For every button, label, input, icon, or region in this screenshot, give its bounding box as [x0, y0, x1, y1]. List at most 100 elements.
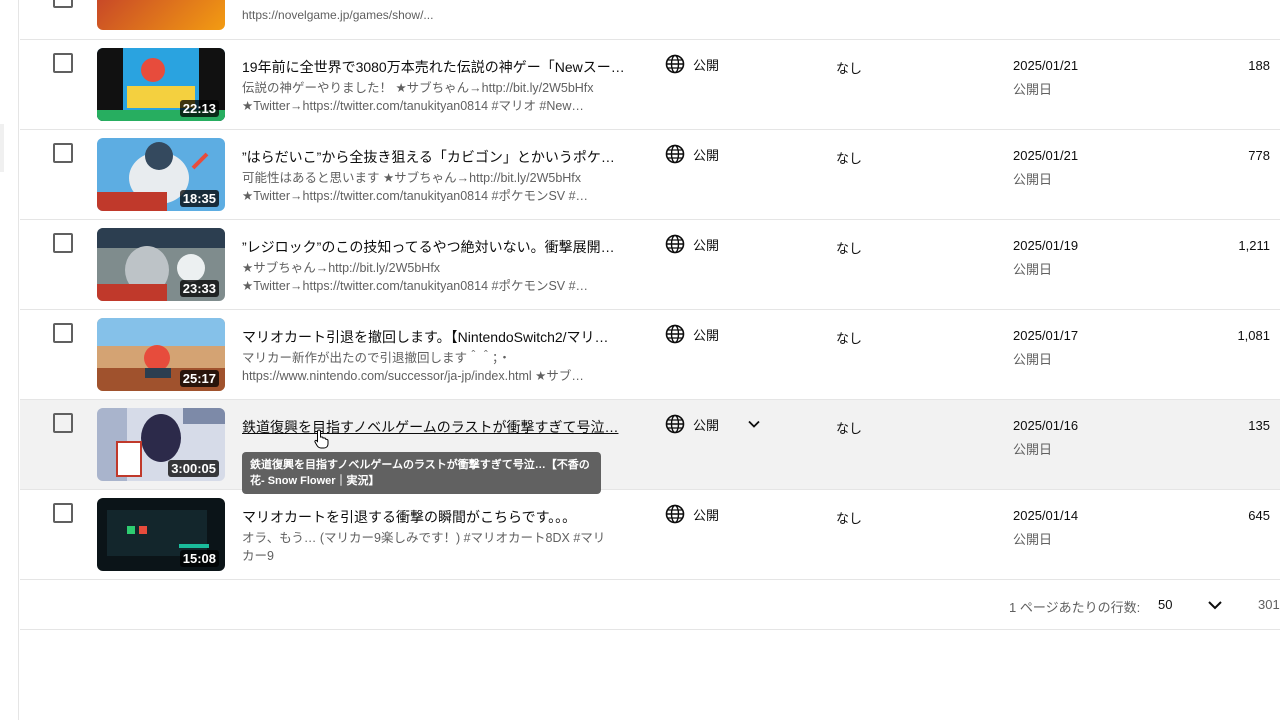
date-label: 公開日 [1013, 352, 1053, 367]
table-row[interactable]: 23:33 ”レジロック”のこの技知ってるやつ絶対いない。衝撃展開… ★サブちゃ… [20, 220, 1280, 310]
visibility-label: 公開 [693, 57, 720, 73]
video-title[interactable]: 鉄道復興を目指すノベルゲームのラストが衝撃すぎて号泣… [242, 417, 632, 437]
globe-icon [665, 414, 685, 434]
table-row[interactable]: 3:00:05 鉄道復興を目指すノベルゲームのラストが衝撃すぎて号泣… 公開 な… [20, 400, 1280, 494]
video-duration: 18:35 [179, 190, 219, 207]
visibility-label: 公開 [693, 417, 720, 433]
views-cell: 1,081 [1237, 328, 1270, 343]
video-description-line: ★Twitter→https://twitter.com/tanukityan0… [242, 279, 589, 293]
video-description-line: マリカー新作が出たので引退撤回します＾＾；・ [242, 351, 511, 365]
date-cell: 2025/01/19 公開日 [1013, 238, 1078, 278]
video-thumbnail[interactable]: 15:08 [97, 498, 225, 571]
video-thumbnail[interactable]: 22:13 [97, 48, 225, 121]
sidebar-marker [0, 124, 4, 172]
hand-cursor-icon [314, 429, 329, 449]
restrictions-cell: なし [836, 61, 863, 76]
visibility-cell[interactable]: 公開 [665, 144, 719, 164]
video-duration: 3:00:05 [168, 460, 219, 477]
video-description: オラ、もう… (マリカー9楽しみです！) #マリオカート8DX #マリ カー9 [242, 529, 632, 565]
table-row-partial[interactable]: https://novelgame.jp/games/show/... [20, 0, 1280, 40]
video-description-line: カー9 [242, 549, 274, 563]
video-duration: 25:17 [179, 370, 219, 387]
row-checkbox[interactable] [53, 143, 73, 163]
row-checkbox[interactable] [53, 323, 73, 343]
visibility-cell[interactable]: 公開 [665, 234, 719, 254]
date-value: 2025/01/21 [1013, 58, 1079, 73]
visibility-cell[interactable]: 公開 [665, 54, 719, 74]
row-checkbox[interactable] [53, 0, 73, 8]
video-title[interactable]: ”はらだいこ”から全抜き狙える「カビゴン」とかいうポケ… [242, 147, 632, 167]
restrictions-cell: なし [836, 331, 863, 346]
video-title[interactable]: マリオカート引退を撤回します。【NintendoSwitch2/マリ… [242, 327, 632, 347]
visibility-cell[interactable]: 公開 [665, 414, 761, 434]
restrictions-cell: なし [836, 421, 863, 436]
views-cell: 1,211 [1238, 238, 1270, 253]
video-description-line: https://www.nintendo.com/successor/ja-jp… [242, 369, 584, 383]
visibility-cell[interactable]: 公開 [665, 324, 719, 344]
table-row[interactable]: 25:17 マリオカート引退を撤回します。【NintendoSwitch2/マリ… [20, 310, 1280, 400]
video-title[interactable]: マリオカートを引退する衝撃の瞬間がこちらです。。。 [242, 507, 632, 527]
date-label: 公開日 [1013, 262, 1053, 277]
restrictions-cell: なし [836, 511, 863, 526]
globe-icon [665, 234, 685, 254]
video-duration: 15:08 [179, 550, 219, 567]
video-description: ★サブちゃん→http://bit.ly/2W5bHfx ★Twitter→ht… [242, 259, 632, 295]
row-checkbox[interactable] [53, 413, 73, 433]
video-description: 伝説の神ゲーやりました！ ★サブちゃん→http://bit.ly/2W5bHf… [242, 79, 632, 115]
video-description: マリカー新作が出たので引退撤回します＾＾；・ https://www.ninte… [242, 349, 632, 385]
table-row[interactable]: 22:13 19年前に全世界で3080万本売れた伝説の神ゲー「Newスー… 伝説… [20, 40, 1280, 130]
globe-icon [665, 324, 685, 344]
views-cell: 135 [1248, 418, 1270, 433]
date-value: 2025/01/16 [1013, 418, 1079, 433]
chevron-down-icon[interactable] [747, 417, 761, 431]
globe-icon [665, 54, 685, 74]
table-row[interactable]: 15:08 マリオカートを引退する衝撃の瞬間がこちらです。。。 オラ、もう… (… [20, 490, 1280, 580]
date-cell: 2025/01/21 公開日 [1013, 148, 1078, 188]
date-label: 公開日 [1013, 442, 1053, 457]
restrictions-cell: なし [836, 241, 863, 256]
video-description-line: オラ、もう… (マリカー9楽しみです！) #マリオカート8DX #マリ [242, 531, 606, 545]
chevron-down-icon[interactable] [1206, 596, 1224, 614]
video-thumbnail[interactable] [97, 0, 225, 30]
globe-icon [665, 144, 685, 164]
visibility-label: 公開 [693, 147, 720, 163]
video-thumbnail[interactable]: 23:33 [97, 228, 225, 301]
visibility-label: 公開 [693, 237, 720, 253]
left-sidebar-rail [0, 0, 19, 720]
video-thumbnail[interactable]: 25:17 [97, 318, 225, 391]
date-value: 2025/01/17 [1013, 328, 1079, 343]
date-label: 公開日 [1013, 82, 1053, 97]
video-duration: 23:33 [179, 280, 219, 297]
globe-icon [665, 504, 685, 524]
views-cell: 778 [1248, 148, 1270, 163]
visibility-label: 公開 [693, 327, 720, 343]
video-title[interactable]: 19年前に全世界で3080万本売れた伝説の神ゲー「Newスー… [242, 57, 632, 77]
rows-per-page-select[interactable]: 50 [1158, 597, 1172, 612]
video-thumbnail[interactable]: 18:35 [97, 138, 225, 211]
visibility-cell[interactable]: 公開 [665, 504, 719, 524]
video-description-line: ★Twitter→https://twitter.com/tanukityan0… [242, 99, 584, 113]
video-description-line: 伝説の神ゲーやりました！ ★サブちゃん→http://bit.ly/2W5bHf… [242, 81, 594, 95]
video-description-line: 可能性はあると思います ★サブちゃん→http://bit.ly/2W5bHfx [242, 171, 582, 185]
row-checkbox[interactable] [53, 53, 73, 73]
video-thumbnail[interactable]: 3:00:05 [97, 408, 225, 481]
video-duration: 22:13 [179, 100, 219, 117]
title-tooltip: 鉄道復興を目指すノベルゲームのラストが衝撃すぎて号泣…【不香の花- Snow F… [242, 452, 601, 494]
views-cell: 188 [1248, 58, 1270, 73]
pagination-footer: 1 ページあたりの行数: 50 301 [20, 579, 1280, 630]
pagination-range: 301 [1258, 597, 1280, 612]
row-checkbox[interactable] [53, 233, 73, 253]
date-cell: 2025/01/21 公開日 [1013, 58, 1078, 98]
row-checkbox[interactable] [53, 503, 73, 523]
video-description: 可能性はあると思います ★サブちゃん→http://bit.ly/2W5bHfx… [242, 169, 632, 205]
video-title[interactable]: ”レジロック”のこの技知ってるやつ絶対いない。衝撃展開… [242, 237, 632, 257]
date-cell: 2025/01/14 公開日 [1013, 508, 1078, 548]
restrictions-cell: なし [836, 151, 863, 166]
date-cell: 2025/01/16 公開日 [1013, 418, 1078, 458]
date-label: 公開日 [1013, 172, 1053, 187]
date-value: 2025/01/19 [1013, 238, 1079, 253]
date-value: 2025/01/14 [1013, 508, 1079, 523]
video-description-line: ★Twitter→https://twitter.com/tanukityan0… [242, 189, 589, 203]
visibility-label: 公開 [693, 507, 720, 523]
table-row[interactable]: 18:35 ”はらだいこ”から全抜き狙える「カビゴン」とかいうポケ… 可能性はあ… [20, 130, 1280, 220]
